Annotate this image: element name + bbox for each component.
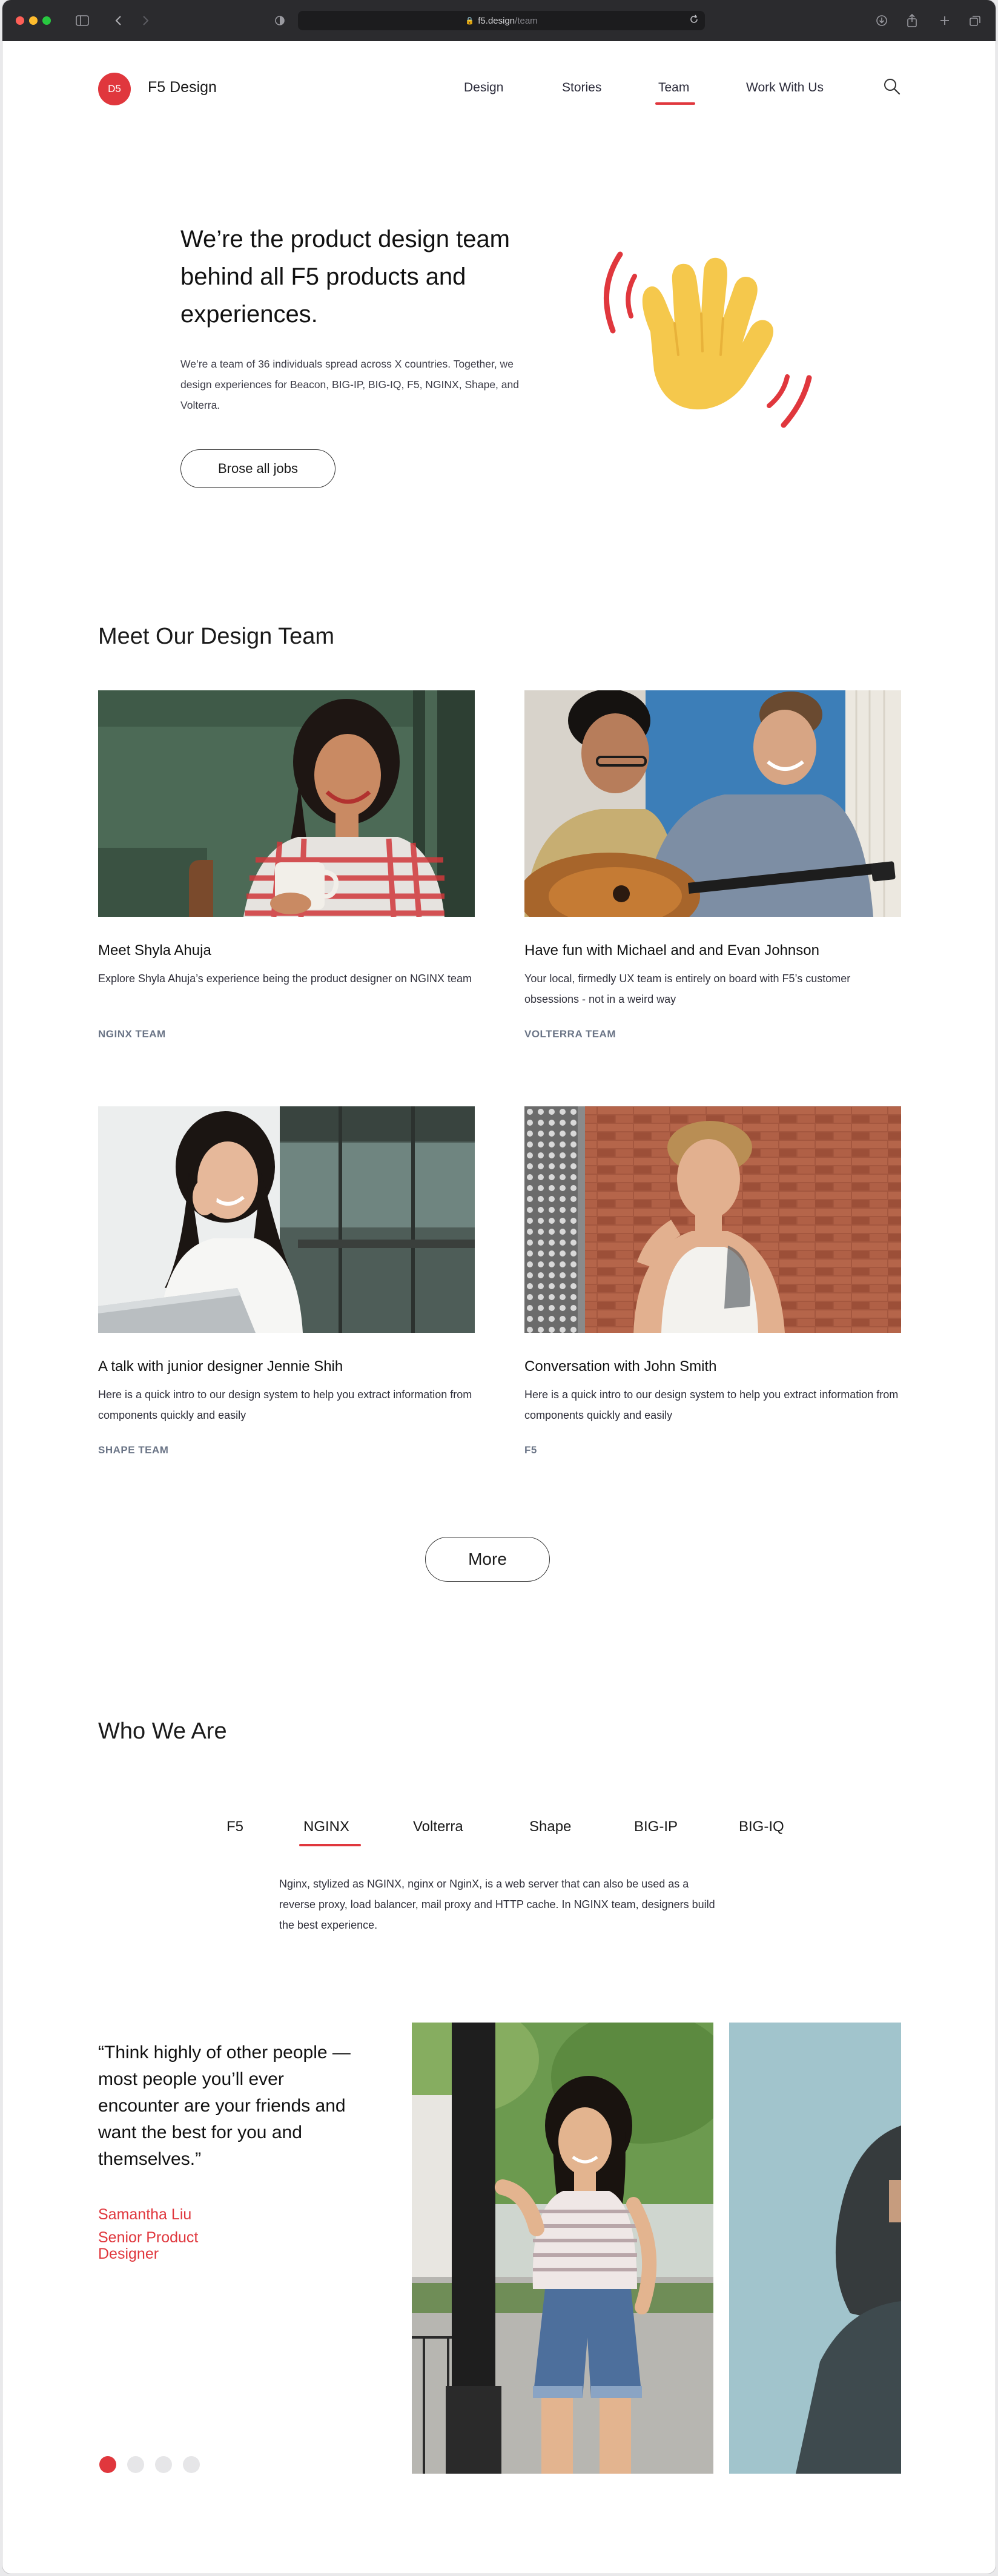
search-icon[interactable] [882,76,902,97]
card-title[interactable]: Have fun with Michael and and Evan Johns… [524,942,901,959]
card-tag[interactable]: NGINX TEAM [98,1028,166,1040]
carousel-dot-active[interactable] [99,2456,116,2473]
back-icon[interactable] [110,12,127,29]
card-image-michael-evan[interactable] [524,690,901,917]
browser-window: 🔒 f5.design/team D5 F5 Design Design Sto… [2,0,996,2574]
url-host: f5.design [478,15,515,26]
tab-f5[interactable]: F5 [226,1818,243,1835]
testimonial-name: Samantha Liu [98,2206,192,2223]
card-image-john[interactable] [524,1106,901,1333]
tab-overview-icon[interactable] [967,12,983,29]
card-description: Here is a quick intro to our design syst… [98,1389,472,1421]
card-tag[interactable]: VOLTERRA TEAM [524,1028,616,1040]
more-button[interactable]: More [425,1537,550,1582]
nav-active-indicator [655,102,695,105]
nav-item-work-with-us[interactable]: Work With Us [746,81,824,95]
carousel-dot[interactable] [127,2456,144,2473]
card-description: Explore Shyla Ahuja’s experience being t… [98,973,472,985]
tab-big-ip[interactable]: BIG-IP [634,1818,678,1835]
card-image-shyla[interactable] [98,690,475,917]
brand-name[interactable]: F5 Design [148,79,217,96]
url-path: /team [515,15,538,26]
card-title[interactable]: A talk with junior designer Jennie Shih [98,1358,475,1375]
tab-volterra[interactable]: Volterra [413,1818,463,1835]
logo-badge[interactable]: D5 [98,73,131,105]
address-bar[interactable]: 🔒 f5.design/team [298,11,705,30]
tab-big-iq[interactable]: BIG-IQ [739,1818,784,1835]
testimonial-role: Senior Product Designer [98,2229,199,2262]
card-description: Your local, firmedly UX team is entirely… [524,973,851,1005]
testimonial-portrait-image [412,2023,713,2474]
waving-hand-icon [584,241,826,441]
card-description: Here is a quick intro to our design syst… [524,1389,899,1421]
minimize-window-button[interactable] [29,16,38,25]
zoom-window-button[interactable] [42,16,51,25]
hero-title: We’re the product design team behind all… [180,226,511,328]
carousel-dot[interactable] [183,2456,200,2473]
privacy-shield-icon[interactable] [271,12,288,29]
sidebar-toggle-icon[interactable] [74,12,91,29]
testimonial-quote: “Think highly of other people — most peo… [98,2043,351,2169]
card-title[interactable]: Conversation with John Smith [524,1358,901,1375]
nav-item-design[interactable]: Design [464,81,503,95]
card-image-jennie[interactable] [98,1106,475,1333]
browser-toolbar: 🔒 f5.design/team [2,0,996,41]
downloads-icon[interactable] [873,12,890,29]
new-tab-icon[interactable] [936,12,953,29]
share-icon[interactable] [904,12,920,29]
card-tag[interactable]: SHAPE TEAM [98,1444,168,1456]
close-window-button[interactable] [16,16,24,25]
next-portrait-image [729,2023,901,2474]
tab-active-indicator [299,1844,361,1846]
reload-icon[interactable] [689,15,699,27]
forward-icon[interactable] [137,12,154,29]
card-tag[interactable]: F5 [524,1444,537,1456]
tab-description: Nginx, stylized as NGINX, nginx or NginX… [279,1878,715,1931]
tab-shape[interactable]: Shape [529,1818,571,1835]
browse-jobs-button[interactable]: Brose all jobs [180,449,335,488]
team-section-title: Meet Our Design Team [98,624,335,649]
tab-nginx[interactable]: NGINX [303,1818,349,1835]
who-section-title: Who We Are [98,1719,227,1744]
hero-description: We’re a team of 36 individuals spread ac… [180,358,519,411]
nav-item-team[interactable]: Team [658,81,689,95]
carousel-dot[interactable] [155,2456,172,2473]
card-title[interactable]: Meet Shyla Ahuja [98,942,475,959]
lock-icon: 🔒 [465,16,475,25]
nav-item-stories[interactable]: Stories [562,81,601,95]
